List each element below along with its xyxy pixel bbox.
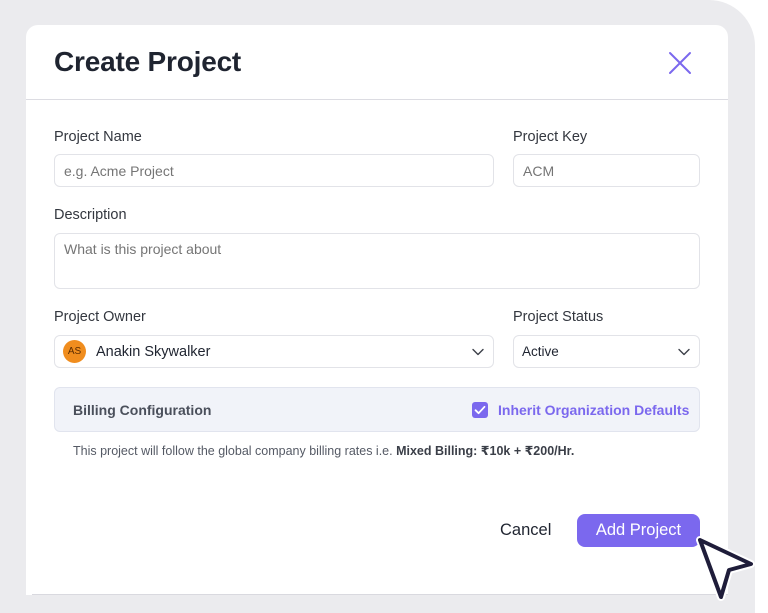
- footer-divider: [32, 594, 728, 595]
- inherit-defaults-checkbox[interactable]: [472, 402, 488, 418]
- project-key-input[interactable]: [513, 154, 700, 187]
- checkmark-icon: [474, 405, 486, 415]
- project-name-input[interactable]: [54, 154, 494, 187]
- description-textarea[interactable]: [54, 233, 700, 289]
- avatar: AS: [63, 340, 86, 363]
- close-button[interactable]: [668, 51, 692, 75]
- chevron-down-icon: [472, 348, 484, 355]
- project-status-label: Project Status: [513, 309, 604, 325]
- project-status-select[interactable]: Active: [513, 335, 700, 368]
- project-status-value: Active: [522, 344, 559, 359]
- project-owner-select[interactable]: AS Anakin Skywalker: [54, 335, 494, 368]
- project-owner-label: Project Owner: [54, 309, 146, 325]
- inherit-defaults-label[interactable]: Inherit Organization Defaults: [498, 402, 689, 418]
- create-project-dialog: Create Project Project Name Project Key …: [26, 25, 728, 595]
- billing-configuration-panel: Billing Configuration Inherit Organizati…: [54, 387, 700, 432]
- project-name-label: Project Name: [54, 129, 142, 145]
- chevron-down-icon: [678, 348, 690, 355]
- billing-note-text: This project will follow the global comp…: [73, 444, 397, 458]
- project-owner-value: Anakin Skywalker: [96, 343, 211, 360]
- description-label: Description: [54, 207, 127, 223]
- close-icon: [669, 52, 691, 74]
- billing-rate: Mixed Billing: ₹10k + ₹200/Hr.: [396, 444, 575, 458]
- dialog-title: Create Project: [54, 46, 242, 77]
- add-project-button[interactable]: Add Project: [577, 514, 700, 547]
- billing-configuration-title: Billing Configuration: [73, 402, 212, 418]
- header-divider: [26, 99, 728, 100]
- mouse-pointer-icon: [696, 536, 755, 601]
- cancel-button[interactable]: Cancel: [500, 521, 551, 540]
- project-key-label: Project Key: [513, 129, 588, 145]
- billing-note: This project will follow the global comp…: [73, 443, 574, 458]
